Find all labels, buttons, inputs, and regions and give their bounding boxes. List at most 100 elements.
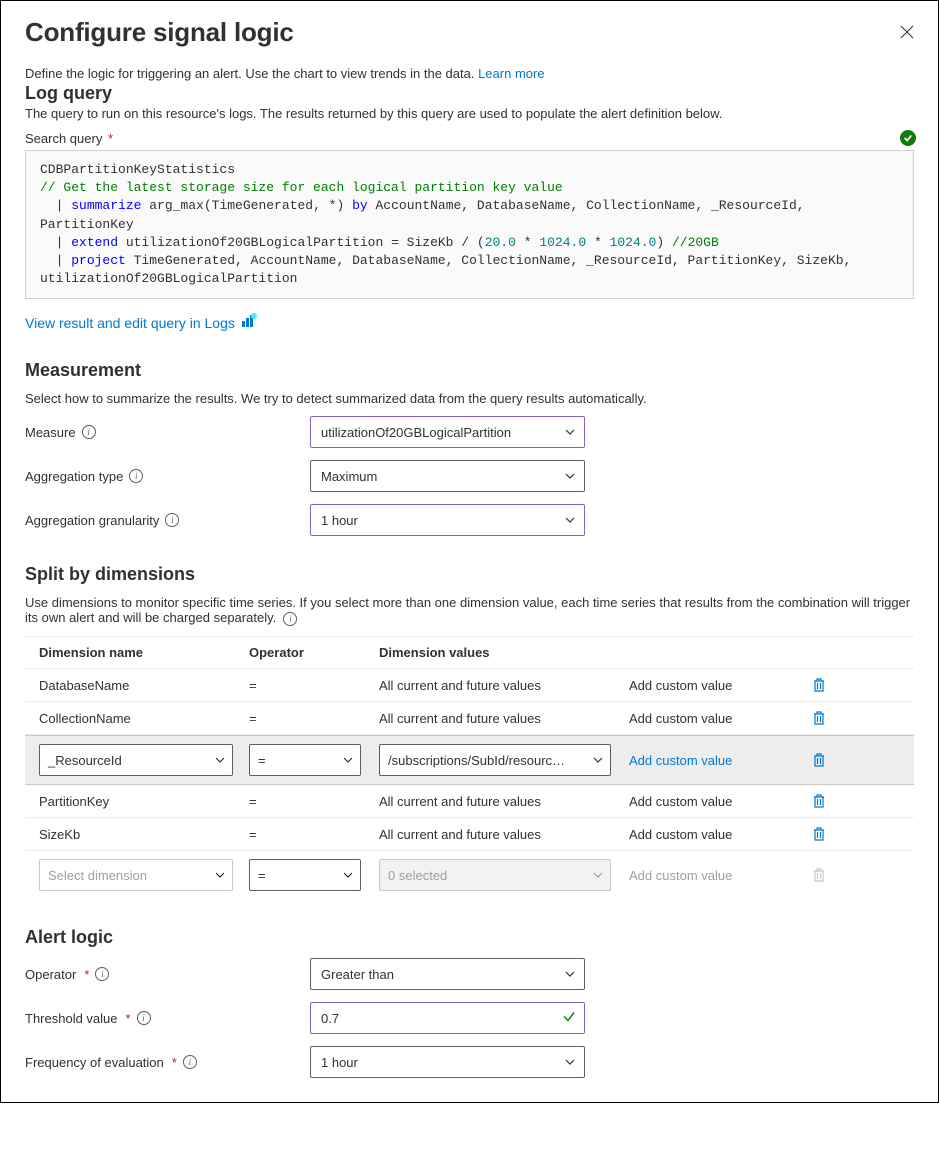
log-query-desc: The query to run on this resource's logs… (25, 106, 914, 121)
logs-icon (241, 313, 257, 332)
dimension-name-select[interactable]: Select dimension (39, 859, 233, 891)
chevron-down-icon (214, 754, 226, 766)
table-header-row: Dimension name Operator Dimension values (25, 637, 914, 669)
aggregation-type-label: Aggregation type (25, 469, 123, 484)
check-icon (562, 1010, 576, 1027)
dimension-values-select[interactable]: 0 selected (379, 859, 611, 891)
info-icon[interactable]: i (95, 967, 109, 981)
trash-icon[interactable] (799, 710, 839, 726)
add-custom-value[interactable]: Add custom value (629, 678, 799, 693)
col-operator: Operator (249, 645, 379, 660)
dimension-name-select[interactable]: _ResourceId (39, 744, 233, 776)
dim-val: /subscriptions/SubId/resourc… (388, 753, 565, 768)
page-title: Configure signal logic (25, 17, 294, 48)
add-custom-value[interactable]: Add custom value (629, 753, 799, 768)
table-row: SizeKb = All current and future values A… (25, 818, 914, 851)
chevron-down-icon (564, 470, 576, 482)
measure-select[interactable]: utilizationOf20GBLogicalPartition (310, 416, 585, 448)
required-asterisk: * (104, 131, 113, 146)
dim-name: PartitionKey (39, 794, 249, 809)
search-query-input[interactable]: CDBPartitionKeyStatistics // Get the lat… (25, 150, 914, 299)
frequency-value: 1 hour (321, 1055, 358, 1070)
log-query-heading: Log query (25, 83, 914, 104)
operator-value: Greater than (321, 967, 394, 982)
info-icon[interactable]: i (137, 1011, 151, 1025)
aggregation-granularity-label: Aggregation granularity (25, 513, 159, 528)
threshold-value: 0.7 (321, 1011, 339, 1026)
dim-op: = (249, 678, 379, 693)
trash-icon[interactable] (799, 677, 839, 693)
trash-icon[interactable] (799, 826, 839, 842)
chevron-down-icon (342, 754, 354, 766)
chevron-down-icon (592, 754, 604, 766)
view-result-link[interactable]: View result and edit query in Logs (25, 315, 235, 331)
dim-name: SizeKb (39, 827, 249, 842)
col-dimension-name: Dimension name (39, 645, 249, 660)
dimension-operator-select[interactable]: = (249, 744, 361, 776)
dim-val: All current and future values (379, 794, 629, 809)
dim-name: CollectionName (39, 711, 249, 726)
table-row: _ResourceId = /subscriptions/SubId/resou… (25, 735, 914, 785)
measurement-heading: Measurement (25, 360, 914, 381)
info-icon[interactable]: i (283, 612, 297, 626)
info-icon[interactable]: i (129, 469, 143, 483)
search-query-label: Search query * (25, 131, 914, 146)
split-desc-text: Use dimensions to monitor specific time … (25, 595, 910, 625)
frequency-label: Frequency of evaluation (25, 1055, 164, 1070)
aggregation-granularity-select[interactable]: 1 hour (310, 504, 585, 536)
operator-select[interactable]: Greater than (310, 958, 585, 990)
table-row: PartitionKey = All current and future va… (25, 785, 914, 818)
split-heading: Split by dimensions (25, 564, 914, 585)
dim-op: = (249, 827, 379, 842)
dim-op: = (258, 868, 266, 883)
learn-more-link[interactable]: Learn more (478, 66, 544, 81)
dim-val: All current and future values (379, 678, 629, 693)
intro-text: Define the logic for triggering an alert… (25, 66, 914, 81)
required-asterisk: * (172, 1055, 177, 1070)
close-icon[interactable] (900, 17, 914, 44)
dimensions-table: Dimension name Operator Dimension values… (25, 636, 914, 899)
dim-name: Select dimension (48, 868, 147, 883)
intro-text-span: Define the logic for triggering an alert… (25, 66, 478, 81)
chevron-down-icon (564, 426, 576, 438)
table-row-new: Select dimension = 0 selected Add custom… (25, 851, 914, 899)
threshold-input[interactable]: 0.7 (310, 1002, 585, 1034)
aggregation-type-value: Maximum (321, 469, 377, 484)
chevron-down-icon (592, 869, 604, 881)
col-dimension-values: Dimension values (379, 645, 629, 660)
add-custom-value[interactable]: Add custom value (629, 711, 799, 726)
search-query-label-text: Search query (25, 131, 102, 146)
table-row: CollectionName = All current and future … (25, 702, 914, 735)
trash-icon[interactable] (799, 793, 839, 809)
chevron-down-icon (564, 514, 576, 526)
add-custom-value[interactable]: Add custom value (629, 794, 799, 809)
info-icon[interactable]: i (165, 513, 179, 527)
add-custom-value: Add custom value (629, 868, 799, 883)
chevron-down-icon (564, 1056, 576, 1068)
dim-name: DatabaseName (39, 678, 249, 693)
measure-value: utilizationOf20GBLogicalPartition (321, 425, 511, 440)
dimension-values-select[interactable]: /subscriptions/SubId/resourc… (379, 744, 611, 776)
dim-op: = (258, 753, 266, 768)
required-asterisk: * (126, 1011, 131, 1026)
alert-logic-heading: Alert logic (25, 927, 914, 948)
threshold-label: Threshold value (25, 1011, 118, 1026)
info-icon[interactable]: i (82, 425, 96, 439)
split-desc: Use dimensions to monitor specific time … (25, 595, 914, 626)
dim-name: _ResourceId (48, 753, 122, 768)
measure-label: Measure (25, 425, 76, 440)
frequency-select[interactable]: 1 hour (310, 1046, 585, 1078)
measurement-desc: Select how to summarize the results. We … (25, 391, 914, 406)
dim-op: = (249, 711, 379, 726)
trash-icon[interactable] (799, 752, 839, 768)
dimension-operator-select[interactable]: = (249, 859, 361, 891)
info-icon[interactable]: i (183, 1055, 197, 1069)
chevron-down-icon (564, 968, 576, 980)
required-asterisk: * (84, 967, 89, 982)
aggregation-type-select[interactable]: Maximum (310, 460, 585, 492)
operator-label: Operator (25, 967, 76, 982)
add-custom-value[interactable]: Add custom value (629, 827, 799, 842)
dim-op: = (249, 794, 379, 809)
chevron-down-icon (342, 869, 354, 881)
trash-icon (799, 867, 839, 883)
